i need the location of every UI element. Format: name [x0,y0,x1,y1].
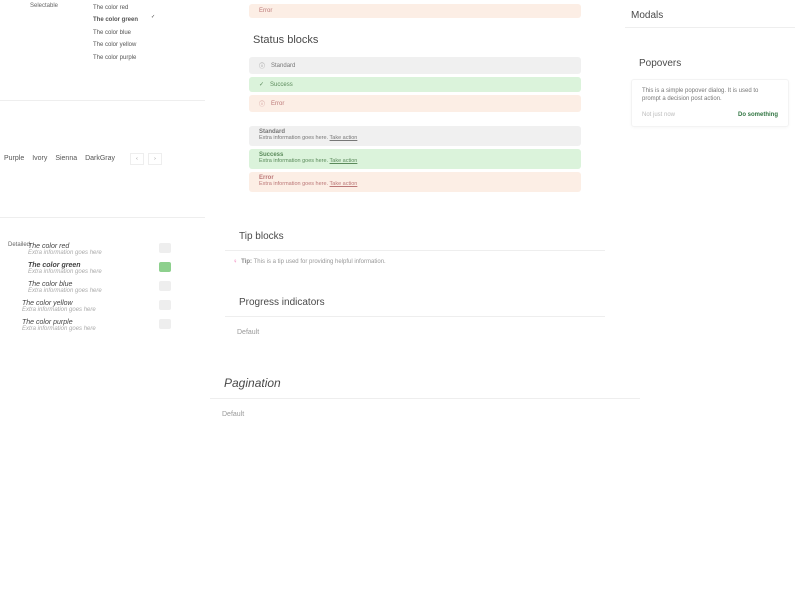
color-tabs: Purple Ivory Sienna DarkGray ‹ › [0,109,205,169]
popovers-heading: Popovers [625,36,795,73]
mid-column: Error Status blocks ⓘStandard ✓Success ⓘ… [225,0,605,340]
sel-item-green[interactable]: The color green [93,14,205,26]
det-box-icon [159,281,171,291]
pagination-default-label: Default [210,407,640,422]
take-action-link[interactable]: Take action [330,181,358,187]
tip-block: ♀ Tip: This is a tip used for providing … [233,259,597,265]
status-error-detail: ErrorExtra information goes here. Take a… [249,172,581,192]
status-success-detail: SuccessExtra information goes here. Take… [249,149,581,169]
popover-cancel-button[interactable]: Not just now [642,112,675,118]
det-box-icon [159,319,171,329]
sel-item-red[interactable]: The color red [93,2,205,14]
divider [225,316,605,317]
sel-item-yellow[interactable]: The color yellow [93,39,205,51]
det-item-green[interactable]: The color greenExtra information goes he… [28,259,205,278]
popover-confirm-button[interactable]: Do something [738,112,778,118]
tip-blocks-heading: Tip blocks [225,195,605,248]
divider [0,217,205,218]
status-standard: ⓘStandard [249,57,581,74]
divider [225,250,605,251]
det-item-blue[interactable]: The color blueExtra information goes her… [28,278,205,297]
status-standard-detail: StandardExtra information goes here. Tak… [249,126,581,146]
progress-default-label: Default [225,325,605,340]
sel-item-blue[interactable]: The color blue [93,27,205,39]
status-error-top: Error [249,4,581,18]
tab-prev-button[interactable]: ‹ [130,153,144,165]
tab-next-button[interactable]: › [148,153,162,165]
det-box-icon [159,262,171,272]
tab-purple[interactable]: Purple [4,155,24,162]
check-icon: ✓ [259,81,264,88]
right-column: Modals Popovers This is a simple popover… [625,0,795,133]
divider [625,27,795,28]
left-column: Selectable The color red ✓The color gree… [0,0,205,335]
pagination-heading: Pagination [210,376,640,396]
sel-item-purple[interactable]: The color purple [93,52,205,64]
take-action-link[interactable]: Take action [330,158,358,164]
check-icon: ✓ [151,14,155,20]
modals-heading: Modals [625,0,795,25]
tab-sienna[interactable]: Sienna [55,155,77,162]
pagination-section: Pagination Default [210,376,640,422]
status-blocks-heading: Status blocks [225,18,605,54]
divider [0,100,205,101]
det-item-red[interactable]: The color redExtra information goes here [28,240,205,259]
tab-darkgray[interactable]: DarkGray [85,155,115,162]
progress-heading: Progress indicators [225,269,605,314]
divider [210,398,640,399]
bulb-icon: ♀ [233,259,238,265]
selectable-label: Selectable [30,3,58,9]
info-icon: ⓘ [259,99,265,108]
info-icon: ⓘ [259,61,265,70]
status-error: ⓘError [249,95,581,112]
take-action-link[interactable]: Take action [330,135,358,141]
status-success: ✓Success [249,77,581,92]
det-box-icon [159,300,171,310]
selectable-items: The color red ✓The color green The color… [30,2,205,64]
popover-dialog: This is a simple popover dialog. It is u… [631,79,789,127]
popover-body: This is a simple popover dialog. It is u… [642,88,778,104]
tab-ivory[interactable]: Ivory [32,155,47,162]
detailed-label: Detailed [8,242,30,248]
det-item-yellow[interactable]: The color yellowExtra information goes h… [22,297,205,316]
det-box-icon [159,243,171,253]
det-item-purple[interactable]: The color purpleExtra information goes h… [22,316,205,335]
